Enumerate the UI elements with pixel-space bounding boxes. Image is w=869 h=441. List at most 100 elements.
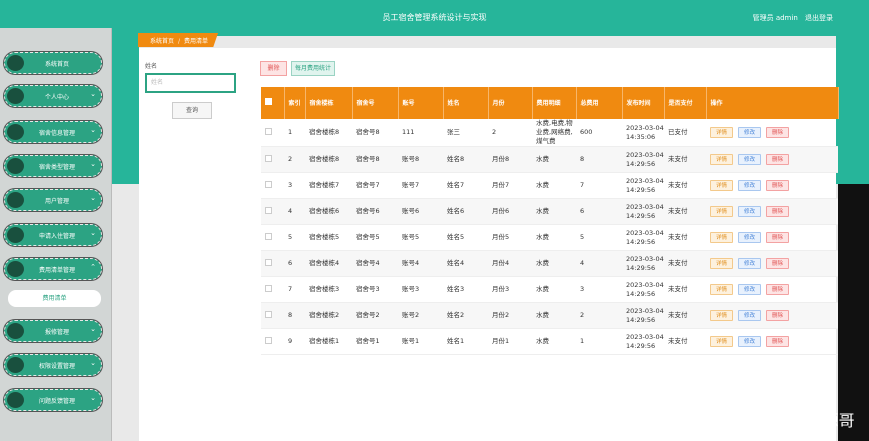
row-checkbox[interactable] — [261, 276, 284, 303]
screen-edge — [838, 184, 869, 441]
table-row: 2 宿舍楼栋8 宿舍号8 账号8 姓名8 月份8 水费 8 2023-03-04 14:29:5… — [261, 146, 838, 173]
cell-time: 2023-03-04 14:29:56 — [622, 302, 664, 329]
row-actions: 详情 修改 删除 — [706, 302, 838, 329]
edit-button[interactable]: 修改 — [738, 127, 761, 138]
menu-circle-icon — [7, 392, 24, 408]
row-actions: 详情 修改 删除 — [706, 328, 838, 355]
cell-month: 月份6 — [488, 198, 532, 225]
column-header: 月份 — [488, 87, 533, 119]
menu-circle-icon — [7, 357, 24, 373]
row-checkbox[interactable] — [261, 302, 284, 329]
table-row: 9 宿舍楼栋1 宿舍号1 账号1 姓名1 月份1 水费 1 2023-03-04 14:29:5… — [261, 328, 838, 355]
sidebar-item-checkin[interactable]: 申请入住管理 ⌄ — [4, 224, 102, 246]
sidebar-item-repairs[interactable]: 报修管理 ⌄ — [4, 320, 102, 342]
cell-total: 3 — [576, 276, 622, 303]
sidebar-item-fees[interactable]: 费用清单管理 ⌃ — [4, 258, 102, 280]
row-checkbox[interactable] — [261, 119, 284, 147]
edit-button[interactable]: 修改 — [738, 310, 761, 321]
sidebar-item-feedback[interactable]: 问题反馈管理 ⌄ — [4, 389, 102, 411]
cell-paid: 未支付 — [664, 172, 706, 199]
detail-button[interactable]: 详情 — [710, 310, 733, 321]
detail-button[interactable]: 详情 — [710, 232, 733, 243]
delete-button[interactable]: 删除 — [766, 127, 789, 138]
query-button[interactable]: 查询 — [172, 102, 212, 119]
menu-circle-icon — [7, 124, 24, 140]
cell-paid: 未支付 — [664, 328, 706, 355]
detail-button[interactable]: 详情 — [710, 336, 733, 347]
edit-button[interactable]: 修改 — [738, 154, 761, 165]
detail-button[interactable]: 详情 — [710, 206, 733, 217]
sidebar-item-users[interactable]: 用户管理 ⌄ — [4, 189, 102, 211]
cell-building: 宿舍楼栋3 — [305, 276, 352, 303]
cell-idx: 1 — [284, 119, 305, 147]
delete-button[interactable]: 删除 — [766, 310, 789, 321]
table-row: 7 宿舍楼栋3 宿舍号3 账号3 姓名3 月份3 水费 3 2023-03-04 14:29:5… — [261, 276, 838, 303]
edit-button[interactable]: 修改 — [738, 284, 761, 295]
edit-button[interactable]: 修改 — [738, 232, 761, 243]
row-actions: 详情 修改 删除 — [706, 146, 838, 173]
row-checkbox[interactable] — [261, 250, 284, 277]
sidebar-item-permissions[interactable]: 权限设置管理 ⌄ — [4, 354, 102, 376]
cell-name: 姓名1 — [443, 328, 488, 355]
delete-button[interactable]: 删除 — [766, 206, 789, 217]
logout-link[interactable]: 退出登录 — [805, 14, 833, 22]
cell-building: 宿舍楼栋8 — [305, 146, 352, 173]
row-checkbox[interactable] — [261, 198, 284, 225]
sidebar-item-dorm-type[interactable]: 宿舍类型管理 ⌄ — [4, 155, 102, 177]
breadcrumb-home[interactable]: 系统首页 — [150, 38, 174, 45]
detail-button[interactable]: 详情 — [710, 154, 733, 165]
cell-account: 111 — [398, 119, 443, 147]
select-all-checkbox[interactable] — [261, 87, 285, 119]
menu-circle-icon — [7, 261, 24, 277]
sidebar-item-profile[interactable]: 个人中心 ⌄ — [4, 85, 102, 107]
table-row: 5 宿舍楼栋5 宿舍号5 账号5 姓名5 月份5 水费 5 2023-03-04 14:29:5… — [261, 224, 838, 251]
detail-button[interactable]: 详情 — [710, 284, 733, 295]
sidebar-subitem-fee-list[interactable]: 费用清单 — [8, 290, 101, 307]
edit-button[interactable]: 修改 — [738, 336, 761, 347]
chevron-down-icon: ⌄ — [90, 90, 96, 98]
watermark: CSDN @计算机程序设计源哥 — [639, 411, 855, 430]
batch-delete-button[interactable]: 删除 — [260, 61, 287, 76]
delete-button[interactable]: 删除 — [766, 258, 789, 269]
cell-idx: 3 — [284, 172, 305, 199]
row-checkbox[interactable] — [261, 172, 284, 199]
cell-paid: 未支付 — [664, 146, 706, 173]
sidebar-item-label: 系统首页 — [44, 61, 69, 68]
row-checkbox[interactable] — [261, 224, 284, 251]
sidebar-item-home[interactable]: 系统首页 — [4, 52, 102, 74]
delete-button[interactable]: 删除 — [766, 232, 789, 243]
delete-button[interactable]: 删除 — [766, 154, 789, 165]
monthly-stats-button[interactable]: 每月费用统计 — [291, 61, 335, 76]
detail-button[interactable]: 详情 — [710, 258, 733, 269]
sidebar-item-dorm-info[interactable]: 宿舍信息管理 ⌄ — [4, 121, 102, 143]
sidebar-item-label: 申请入住管理 — [38, 233, 75, 240]
cell-account: 账号7 — [398, 172, 443, 199]
sidebar-item-label: 权限设置管理 — [38, 363, 75, 370]
edit-button[interactable]: 修改 — [738, 206, 761, 217]
column-header: 宿舍楼栋 — [305, 87, 353, 119]
sidebar-item-label: 问题反馈管理 — [38, 398, 75, 405]
detail-button[interactable]: 详情 — [710, 127, 733, 138]
cell-detail: 水费 — [532, 198, 576, 225]
edit-button[interactable]: 修改 — [738, 180, 761, 191]
delete-button[interactable]: 删除 — [766, 180, 789, 191]
cell-month: 月份5 — [488, 224, 532, 251]
sidebar-item-label: 费用清单管理 — [38, 267, 75, 274]
chevron-down-icon: ⌄ — [90, 359, 96, 367]
cell-month: 月份2 — [488, 302, 532, 329]
cell-paid: 已支付 — [664, 119, 706, 147]
row-checkbox[interactable] — [261, 328, 284, 355]
detail-button[interactable]: 详情 — [710, 180, 733, 191]
delete-button[interactable]: 删除 — [766, 336, 789, 347]
breadcrumb-separator: / — [178, 38, 181, 45]
table-row: 1 宿舍楼栋8 宿舍号8 111 张三 2 水费,电费,物业费,网络费,煤气费 600 2023… — [261, 119, 838, 147]
row-checkbox[interactable] — [261, 146, 284, 173]
user-area: 管理员 admin 退出登录 — [748, 13, 833, 23]
column-header: 费用明细 — [532, 87, 577, 119]
cell-account: 账号8 — [398, 146, 443, 173]
delete-button[interactable]: 删除 — [766, 284, 789, 295]
edit-button[interactable]: 修改 — [738, 258, 761, 269]
cell-paid: 未支付 — [664, 302, 706, 329]
search-input[interactable]: 姓名 — [145, 73, 236, 93]
cell-room: 宿舍号3 — [352, 276, 398, 303]
